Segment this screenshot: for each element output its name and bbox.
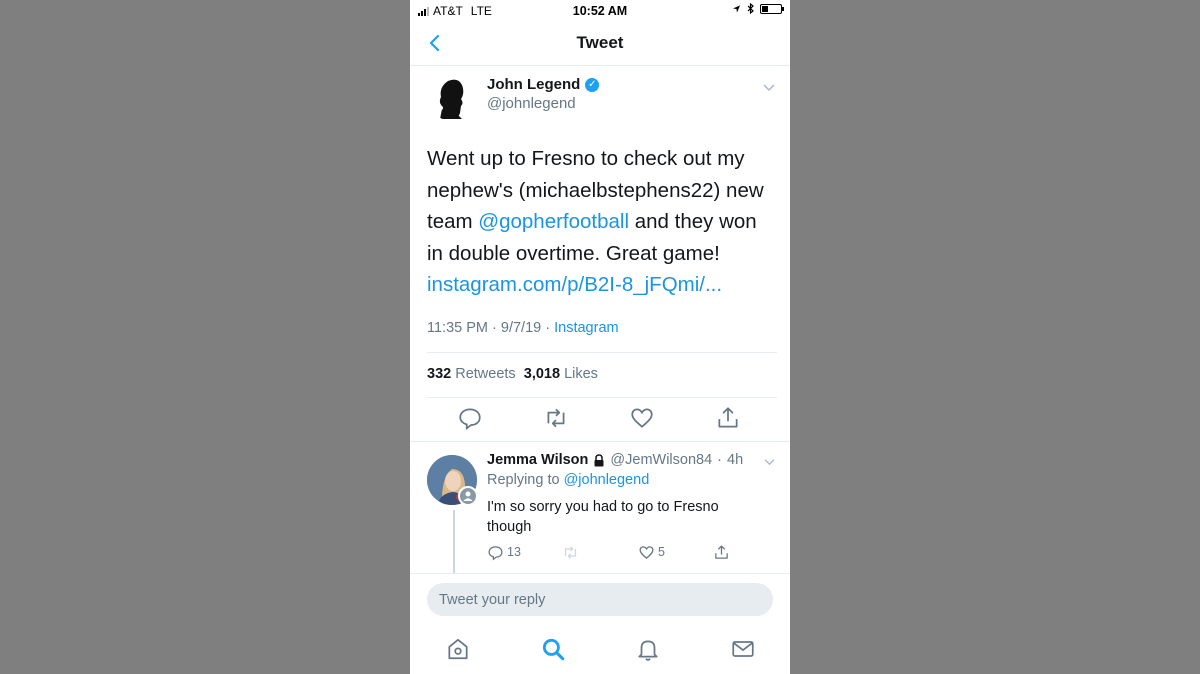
- divider: [427, 352, 777, 353]
- author-avatar-image: [428, 73, 476, 121]
- notifications-icon[interactable]: [635, 636, 661, 662]
- author-handle[interactable]: @johnlegend: [487, 95, 576, 112]
- status-bar: AT&T LTE 10:52 AM: [410, 0, 790, 22]
- divider: [410, 573, 790, 574]
- reply-like-count: 5: [658, 545, 665, 559]
- tweet-time: 11:35 PM: [427, 320, 488, 336]
- reply-like-action[interactable]: 5: [638, 543, 665, 561]
- status-icons: [732, 3, 784, 14]
- author-avatar[interactable]: [428, 73, 476, 121]
- reply-compose-box[interactable]: [427, 583, 773, 616]
- tweet-text-segment: and they won: [629, 210, 757, 233]
- mention-link[interactable]: @gopherfootball: [478, 210, 629, 233]
- share-icon: [715, 544, 728, 559]
- home-icon[interactable]: [445, 636, 471, 662]
- reply-age: 4h: [727, 452, 744, 468]
- like-icon: [639, 545, 654, 559]
- header: Tweet: [410, 22, 790, 66]
- lock-icon: [594, 453, 604, 466]
- verified-icon: ✓: [585, 77, 600, 92]
- tweet-line: Went up to Fresno to check out my: [427, 143, 777, 175]
- likes-label: Likes: [564, 366, 598, 382]
- tweet-date: 9/7/19: [500, 320, 542, 336]
- chevron-down-icon[interactable]: [763, 457, 776, 466]
- tweet-line: in double overtime. Great game!: [427, 238, 777, 270]
- likes-stat[interactable]: 3,018 Likes: [524, 366, 598, 382]
- share-icon[interactable]: [715, 405, 741, 431]
- replying-to: Replying to @johnlegend: [487, 472, 649, 488]
- reply-author-handle[interactable]: @JemWilson84: [610, 452, 712, 468]
- tweet-stats: 332 Retweets 3,018 Likes: [427, 366, 598, 382]
- replying-prefix: Replying to: [487, 472, 560, 488]
- author-name-label: John Legend: [487, 76, 581, 93]
- author-name[interactable]: John Legend ✓: [487, 76, 600, 93]
- divider: [427, 397, 777, 398]
- phone-screen: AT&T LTE 10:52 AM Tweet John Legend ✓ @j…: [410, 0, 790, 674]
- retweet-icon: [564, 545, 577, 559]
- tweet-line: nephew's (michaelbstephens22) new: [427, 175, 777, 207]
- reply-text: I'm so sorry you had to go to Fresno tho…: [487, 499, 719, 535]
- tweet-line: instagram.com/p/B2I-8_jFQmi/...: [427, 269, 777, 301]
- reply-input[interactable]: [427, 583, 759, 616]
- reply-author-name[interactable]: Jemma Wilson: [487, 452, 588, 468]
- search-icon[interactable]: [540, 636, 566, 662]
- tweet-text-segment: in double overtime. Great game!: [427, 241, 720, 265]
- tab-bar: [410, 628, 790, 674]
- retweet-icon[interactable]: [543, 405, 569, 431]
- reply-icon[interactable]: [457, 405, 483, 431]
- reply-reply-count: 13: [507, 545, 521, 559]
- follow-badge-icon: [458, 486, 478, 506]
- messages-icon[interactable]: [730, 636, 756, 662]
- reply-reply-action[interactable]: 13: [487, 543, 521, 561]
- like-count: 3,018: [523, 366, 561, 382]
- retweet-count: 332: [427, 366, 452, 382]
- tweet-meta: 11:35 PM · 9/7/19 · Instagram: [427, 320, 619, 336]
- retweets-label: Retweets: [455, 366, 516, 382]
- like-icon[interactable]: [629, 405, 655, 431]
- reply-share-action[interactable]: [713, 543, 730, 561]
- reply-header: Jemma Wilson @JemWilson84 · 4h: [487, 452, 743, 468]
- divider: [410, 441, 790, 442]
- page-title: Tweet: [576, 33, 624, 52]
- tweet-source-link[interactable]: Instagram: [554, 320, 618, 336]
- tweet-text: Went up to Fresno to check out my nephew…: [427, 143, 777, 301]
- tweet-text-segment: nephew's (michaelbstephens22) new: [427, 178, 764, 202]
- reply-separator: ·: [717, 452, 722, 468]
- thread-line: [453, 510, 455, 574]
- retweets-stat[interactable]: 332 Retweets: [427, 366, 516, 382]
- tweet-line: team @gopherfootball and they won: [427, 206, 777, 238]
- reply-icon: [488, 545, 503, 561]
- battery-icon: [760, 3, 784, 14]
- chevron-down-icon[interactable]: [762, 82, 776, 92]
- tweet-text-segment: Went up to Fresno to check out my: [427, 147, 745, 170]
- instagram-link[interactable]: instagram.com/p/B2I-8_jFQmi/...: [427, 273, 722, 296]
- replying-to-link[interactable]: @johnlegend: [564, 472, 650, 488]
- tweet-actions: [427, 405, 777, 433]
- reply-retweet-action[interactable]: [562, 543, 579, 561]
- tweet-text-segment: team: [427, 210, 479, 233]
- bluetooth-icon: [747, 3, 754, 14]
- location-icon: [732, 4, 741, 13]
